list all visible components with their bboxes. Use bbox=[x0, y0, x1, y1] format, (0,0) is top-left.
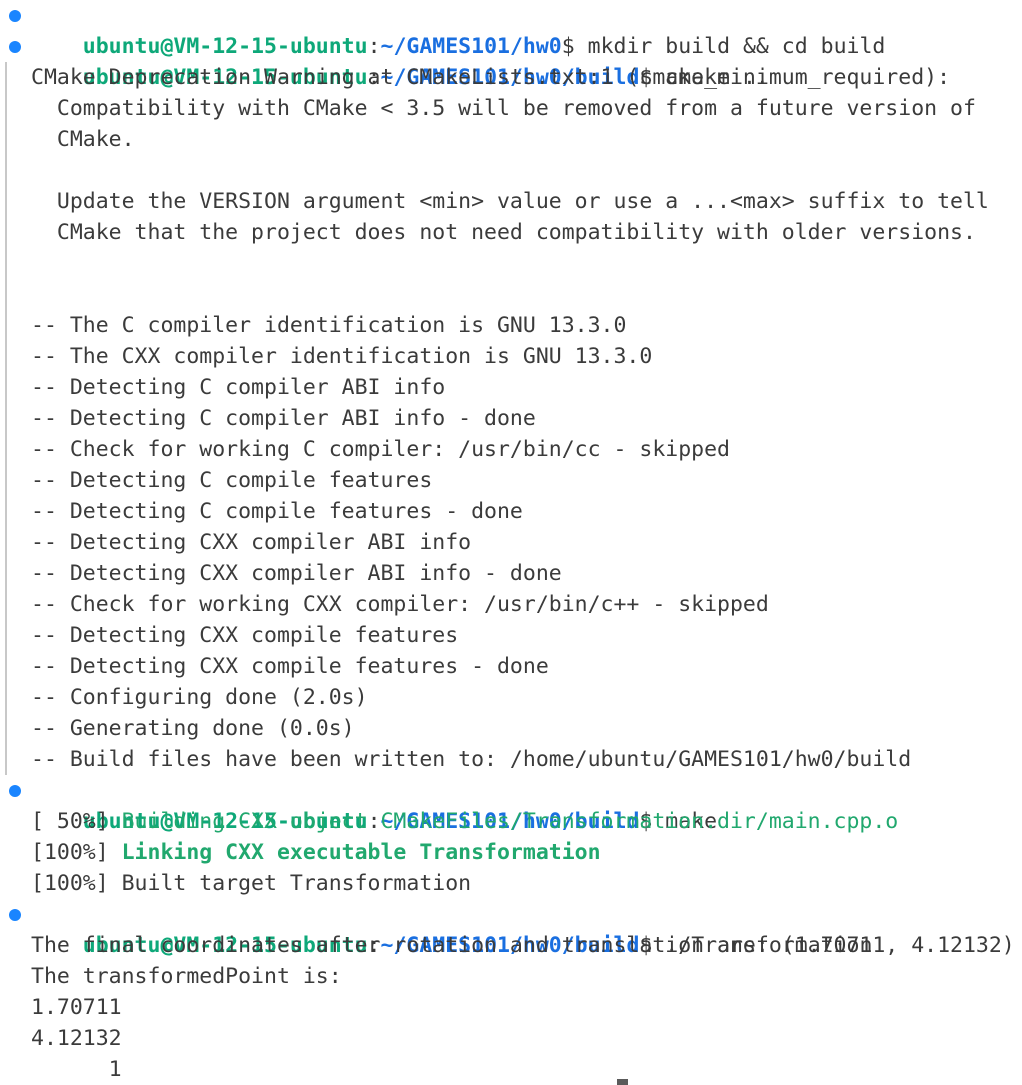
output-line: -- Detecting CXX compiler ABI info bbox=[31, 530, 472, 555]
program-output-line: 4.12132 bbox=[31, 1026, 122, 1051]
output-line: -- Detecting CXX compile features - done bbox=[31, 654, 549, 679]
make-progress-line: [100%] Linking CXX executable Transforma… bbox=[0, 837, 1022, 868]
output-line: Compatibility with CMake < 3.5 will be r… bbox=[31, 96, 976, 121]
output-line: -- Detecting C compile features - done bbox=[31, 499, 523, 524]
terminal-panel[interactable]: ubuntu@VM-12-15-ubuntu:~/GAMES101/hw0$ m… bbox=[0, 0, 1022, 1085]
make-progress-percent: [ 50%] bbox=[31, 809, 122, 834]
output-line: -- Generating done (0.0s) bbox=[31, 716, 355, 741]
output-line: -- Detecting C compile features bbox=[31, 468, 433, 493]
output-line: -- Detecting CXX compiler ABI info - don… bbox=[31, 561, 562, 586]
terminal-cursor bbox=[617, 1079, 628, 1085]
prompt-line-mkdir: ubuntu@VM-12-15-ubuntu:~/GAMES101/hw0$ m… bbox=[0, 0, 1022, 59]
output-line: -- Detecting CXX compile features bbox=[31, 623, 459, 648]
make-progress-line: [100%] Built target Transformation bbox=[0, 868, 1022, 899]
output-line: -- The C compiler identification is GNU … bbox=[31, 313, 627, 338]
program-output-line: 1.70711 bbox=[31, 995, 122, 1020]
program-output-line: 1 bbox=[31, 1057, 122, 1082]
make-progress-text: Building CXX object CMakeFiles/Transform… bbox=[121, 809, 899, 834]
output-line: -- Configuring done (2.0s) bbox=[31, 685, 368, 710]
output-line: -- Check for working C compiler: /usr/bi… bbox=[31, 437, 730, 462]
output-line: -- The CXX compiler identification is GN… bbox=[31, 344, 653, 369]
output-line: -- Detecting C compiler ABI info - done bbox=[31, 406, 536, 431]
prompt-line-run: ubuntu@VM-12-15-ubuntu:~/GAMES101/hw0/bu… bbox=[0, 899, 1022, 958]
command-decoration-dot-icon[interactable] bbox=[9, 10, 21, 22]
output-line: -- Check for working CXX compiler: /usr/… bbox=[31, 592, 769, 617]
output-line: CMake Deprecation Warning at CMakeLists.… bbox=[31, 65, 951, 90]
output-line: CMake that the project does not need com… bbox=[31, 220, 976, 245]
make-progress-percent: [100%] bbox=[31, 840, 122, 865]
output-line: Update the VERSION argument <min> value … bbox=[31, 189, 989, 214]
make-progress-text: Built target Transformation bbox=[121, 871, 472, 896]
command-decoration-dot-icon[interactable] bbox=[9, 785, 21, 797]
output-line: -- Detecting C compiler ABI info bbox=[31, 375, 446, 400]
program-output-line: The final coordinates after rotation and… bbox=[31, 933, 1015, 958]
make-progress-line: [ 50%] Building CXX object CMakeFiles/Tr… bbox=[0, 806, 1022, 837]
prompt-line-cmake: ubuntu@VM-12-15-ubuntu:~/GAMES101/hw0/bu… bbox=[0, 31, 1022, 90]
output-line: CMake. bbox=[31, 127, 135, 152]
make-progress-text: Linking CXX executable Transformation bbox=[121, 840, 601, 865]
output-line: -- Build files have been written to: /ho… bbox=[31, 747, 912, 772]
make-progress-percent: [100%] bbox=[31, 871, 122, 896]
command-decoration-dot-icon[interactable] bbox=[9, 41, 21, 53]
command-decoration-dot-icon[interactable] bbox=[9, 909, 21, 921]
cmake-output-block: CMake Deprecation Warning at CMakeLists.… bbox=[0, 62, 1022, 775]
prompt-line-make: ubuntu@VM-12-15-ubuntu:~/GAMES101/hw0/bu… bbox=[0, 775, 1022, 834]
program-output-line: The transformedPoint is: bbox=[31, 964, 342, 989]
